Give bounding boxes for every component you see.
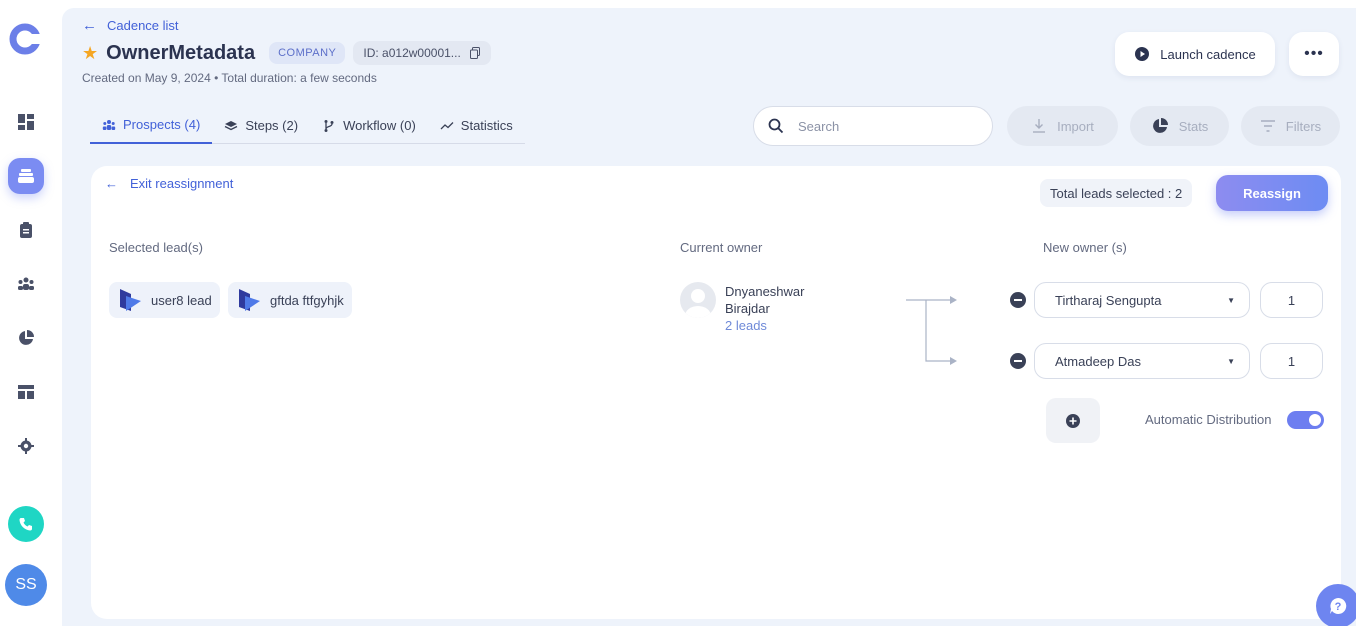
sidebar-item-contacts[interactable] [8, 266, 44, 302]
new-owner-value: Tirtharaj Sengupta [1055, 292, 1162, 308]
tab-prospects-label: Prospects (4) [123, 117, 201, 132]
current-owner-lead-count: 2 leads [725, 318, 767, 333]
search-icon [768, 118, 784, 134]
people-icon [102, 119, 116, 130]
launch-cadence-label: Launch cadence [1160, 46, 1256, 62]
id-chip[interactable]: ID: a012w00001... [353, 41, 491, 65]
app-logo[interactable] [8, 22, 42, 56]
sidebar-item-cadences[interactable] [8, 158, 44, 194]
search-box[interactable] [753, 106, 993, 146]
import-label: Import [1057, 118, 1094, 134]
owner-quantity-input[interactable]: 1 [1260, 282, 1323, 318]
lead-chip[interactable]: gftda ftfgyhjk [228, 282, 352, 318]
sidebar-item-dashboard[interactable] [8, 104, 44, 140]
exit-reassignment-link[interactable]: ← Exit reassignment [105, 176, 233, 191]
more-options-button[interactable]: ••• [1289, 32, 1339, 76]
branch-icon [324, 119, 334, 132]
remove-owner-icon[interactable] [1010, 353, 1026, 369]
page-subtitle: Created on May 9, 2024 • Total duration:… [82, 71, 377, 85]
filter-icon [1260, 120, 1275, 132]
page-title: OwnerMetadata [106, 41, 256, 64]
arrow-left-icon: ← [105, 176, 118, 191]
new-owner-value: Atmadeep Das [1055, 353, 1141, 369]
tab-statistics-label: Statistics [460, 118, 513, 133]
tab-steps-label: Steps (2) [245, 118, 299, 133]
launch-cadence-button[interactable]: Launch cadence [1115, 32, 1275, 76]
filters-label: Filters [1285, 118, 1322, 134]
user-avatar[interactable]: SS [5, 564, 47, 606]
new-owner-select[interactable]: Tirtharaj Sengupta ▼ [1034, 282, 1250, 318]
svg-text:?: ? [1335, 601, 1342, 613]
search-input[interactable] [798, 118, 968, 134]
owner-quantity-input[interactable]: 1 [1260, 343, 1323, 379]
pie-chart-icon [19, 330, 34, 345]
tab-statistics[interactable]: Statistics [428, 107, 525, 144]
arrow-left-icon: ← [82, 17, 97, 34]
phone-button[interactable] [8, 506, 44, 542]
dashboard-icon [18, 114, 34, 130]
current-owner-name: Dnyaneshwar Birajdar [725, 284, 805, 316]
caret-down-icon: ▼ [1227, 356, 1235, 366]
company-badge: COMPANY [269, 42, 346, 64]
tab-workflow-label: Workflow (0) [343, 118, 416, 133]
lead-chip[interactable]: user8 lead [109, 282, 220, 318]
new-owners-heading: New owner (s) [1043, 240, 1127, 255]
gear-icon [18, 438, 34, 454]
stats-button[interactable]: Stats [1130, 106, 1229, 146]
dynamics-logo-icon [239, 289, 260, 311]
left-rail: SS [0, 0, 52, 626]
clipboard-icon [20, 222, 32, 238]
automatic-distribution-label: Automatic Distribution [1145, 412, 1272, 427]
automatic-distribution-toggle[interactable] [1287, 411, 1324, 429]
reassignment-panel [91, 166, 1341, 619]
sidebar-item-templates[interactable] [8, 374, 44, 410]
tab-steps[interactable]: Steps (2) [212, 107, 310, 144]
back-link-label: Cadence list [107, 18, 179, 33]
layers-icon [224, 120, 238, 130]
trend-icon [440, 121, 454, 129]
exit-reassignment-label: Exit reassignment [130, 176, 234, 191]
phone-icon [19, 518, 32, 531]
tab-bar: Prospects (4) Steps (2) Workflow (0) Sta… [90, 107, 525, 144]
pie-chart-icon [1152, 118, 1168, 133]
lead-name: user8 lead [151, 292, 212, 308]
tab-prospects[interactable]: Prospects (4) [90, 107, 213, 144]
reassign-button[interactable]: Reassign [1216, 175, 1328, 211]
owner-avatar [680, 282, 716, 318]
sidebar-item-tasks[interactable] [8, 212, 44, 248]
import-button[interactable]: Import [1007, 106, 1118, 146]
dynamics-logo-icon [120, 289, 141, 311]
selected-leads-heading: Selected lead(s) [109, 240, 203, 255]
new-owner-select[interactable]: Atmadeep Das ▼ [1034, 343, 1250, 379]
stats-label: Stats [1178, 118, 1209, 134]
tab-workflow[interactable]: Workflow (0) [310, 107, 428, 144]
star-icon[interactable]: ★ [82, 43, 98, 64]
cadences-icon [18, 169, 34, 183]
people-icon [18, 277, 34, 290]
help-button[interactable]: ? [1316, 584, 1356, 626]
title-row: ★ OwnerMetadata COMPANY ID: a012w00001..… [82, 41, 491, 65]
total-leads-selected: Total leads selected : 2 [1040, 179, 1193, 207]
user-placeholder-icon [685, 289, 711, 318]
back-to-cadence-list[interactable]: ← Cadence list [82, 17, 179, 34]
more-icon: ••• [1304, 45, 1324, 62]
caret-down-icon: ▼ [1227, 295, 1235, 305]
plus-circle-icon [1066, 413, 1080, 428]
download-icon [1033, 119, 1046, 133]
play-icon [1135, 47, 1150, 61]
sidebar-item-reports[interactable] [8, 320, 44, 356]
lead-name: gftda ftfgyhjk [270, 292, 344, 308]
current-owner-heading: Current owner [680, 240, 763, 255]
copy-icon[interactable] [469, 47, 481, 59]
remove-owner-icon[interactable] [1010, 292, 1026, 308]
layout-icon [18, 385, 34, 399]
filters-button[interactable]: Filters [1241, 106, 1340, 146]
distribution-arrows [906, 296, 957, 365]
id-label: ID: a012w00001... [363, 46, 461, 60]
add-owner-button[interactable] [1046, 398, 1100, 443]
help-chat-icon: ? [1330, 597, 1347, 614]
sidebar-item-settings[interactable] [8, 428, 44, 464]
